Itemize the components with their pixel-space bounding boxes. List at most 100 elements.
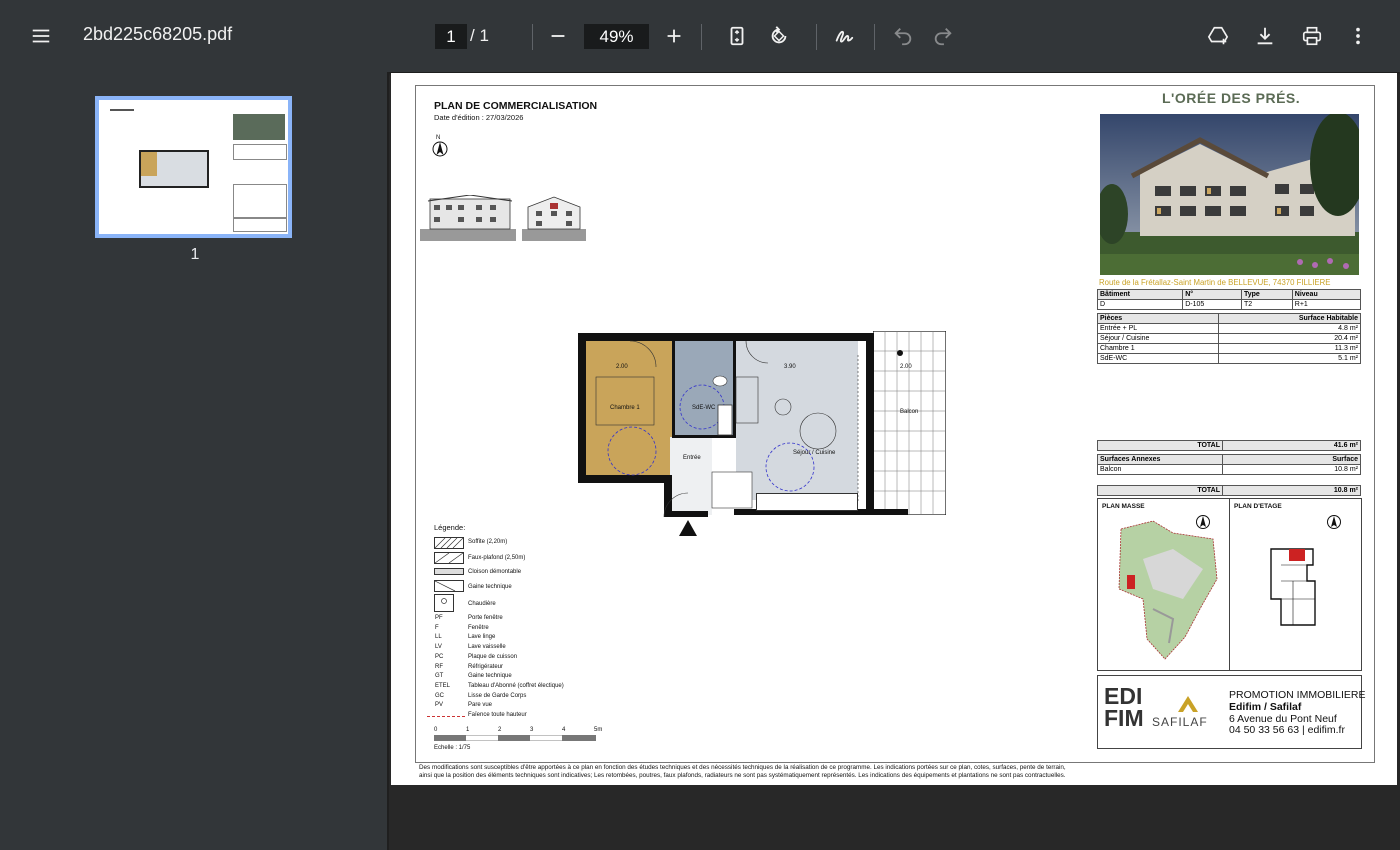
brand-logo-text: L'ORÉE DES PRÉS.: [1162, 90, 1301, 106]
plan-dimension: 3.90: [784, 364, 796, 370]
legend-swatch-gaine: [434, 580, 464, 592]
rotate-button[interactable]: [761, 18, 797, 54]
toolbar-separator: [532, 24, 533, 50]
print-button[interactable]: [1294, 18, 1330, 54]
building-render-image: [1100, 114, 1359, 275]
undo-button[interactable]: [885, 18, 921, 54]
legend-label: Réfrigérateur: [468, 663, 504, 670]
legend-swatch-soffite: [434, 537, 464, 549]
legend-label: Gaine technique: [468, 584, 512, 590]
annex-header: Surface: [1222, 454, 1361, 465]
edifim-logo-line2: FIM: [1104, 705, 1144, 731]
site-plans-divider: [1229, 498, 1230, 670]
zoom-in-button[interactable]: [656, 18, 692, 54]
edition-date: Date d'édition : 27/03/2026: [434, 113, 524, 122]
rooms-table: Pièces Surface Habitable Entrée + PL 4.8 m…: [1097, 313, 1362, 364]
promoter-contact: 04 50 33 56 63 | edifim.fr: [1229, 724, 1345, 736]
annex-table: Surfaces Annexes Surface Balcon 10.8 m²: [1097, 454, 1361, 475]
room-row: SdE-WC 5.1 m²: [1097, 353, 1362, 364]
download-icon: [1257, 27, 1273, 45]
plan-etage-map: [1270, 548, 1316, 626]
room-label-balcony: Balcon: [900, 409, 919, 415]
fit-page-button[interactable]: [719, 18, 755, 54]
draw-button[interactable]: [826, 18, 862, 54]
print-icon: [1302, 26, 1322, 46]
redo-icon: [934, 28, 952, 46]
legend-label: Cloison démontable: [468, 569, 522, 575]
safilaf-logo-icon: [1178, 696, 1198, 712]
room-label-living: Séjour / Cuisine: [793, 450, 836, 456]
menu-button[interactable]: [23, 18, 59, 54]
zoom-input[interactable]: [584, 24, 649, 49]
legend-label: Fenêtre: [468, 624, 489, 631]
room-name: Entrée + PL: [1097, 323, 1219, 334]
signature-icon: [835, 30, 854, 43]
save-to-drive-button[interactable]: [1200, 18, 1236, 54]
legend-faience-line: [427, 716, 465, 717]
thumb-masse: [233, 184, 287, 218]
menu-icon: [32, 29, 50, 43]
legend-label: Faux-plafond (2,50m): [468, 555, 526, 561]
floor-plan: Chambre 1 SdE-WC Entrée Séjour / Cuisine…: [578, 327, 946, 539]
minus-icon: [551, 35, 565, 37]
lot-value: R+1: [1291, 299, 1362, 310]
room-label-bedroom: Chambre 1: [610, 405, 640, 411]
thumb-table: [233, 144, 287, 160]
thumbnail-page-number: 1: [190, 246, 200, 263]
lot-info-table: Bâtiment N° Type Niveau D D-105 T2 R+1: [1096, 289, 1362, 310]
scale-tick: 5m: [594, 727, 603, 733]
more-vertical-icon: [1356, 27, 1360, 45]
plan-etage-title: PLAN D'ETAGE: [1234, 503, 1282, 510]
page-thumbnail-selected[interactable]: [95, 96, 292, 238]
rooms-header: Pièces: [1097, 313, 1219, 324]
legend-label: Lave linge: [468, 634, 496, 641]
annex-name: Balcon: [1097, 464, 1223, 475]
room-name: Chambre 1: [1097, 343, 1219, 354]
legend-code: PV: [435, 702, 444, 709]
download-button[interactable]: [1247, 18, 1283, 54]
safilaf-logo-text: SAFILAF: [1152, 715, 1208, 729]
legend-label: Plaque de cuisson: [468, 653, 518, 660]
pdf-toolbar: 2bd225c68205.pdf / 1: [0, 0, 1400, 72]
lot-value: D-105: [1182, 299, 1242, 310]
legend-label: Chaudière: [468, 601, 496, 607]
room-label-entry: Entrée: [683, 455, 701, 461]
total-annex: 10.8 m²: [1222, 485, 1361, 496]
legend-code: ETEL: [435, 682, 451, 689]
total-habitable-table: TOTAL 41.6 m²: [1097, 440, 1361, 451]
project-address: Route de la Frétallaz-Saint Martin de BE…: [1099, 278, 1331, 287]
legend-swatch-cloison: [434, 568, 464, 575]
page-number-input[interactable]: [435, 24, 467, 49]
rooms-header: Surface Habitable: [1217, 313, 1362, 324]
sidebar-divider[interactable]: [387, 72, 389, 850]
lot-header: N°: [1182, 289, 1242, 300]
legend-code: GC: [435, 692, 444, 699]
rotate-icon: [771, 26, 787, 44]
zoom-out-button[interactable]: [540, 18, 576, 54]
legend-code: LL: [435, 634, 442, 641]
legend-title: Légende:: [434, 523, 466, 532]
legend-label: Faïence toute hauteur: [468, 712, 527, 718]
redo-button[interactable]: [925, 18, 961, 54]
disclaimer-line-1: Des modifications sont susceptibles d'êt…: [419, 764, 1066, 771]
legend-code: LV: [435, 644, 442, 651]
legend-label: Lisse de Garde Corps: [468, 692, 527, 699]
more-actions-button[interactable]: [1340, 18, 1376, 54]
legend-label: Pare vue: [468, 702, 493, 709]
document-title: 2bd225c68205.pdf: [83, 24, 233, 44]
scale-tick: 1: [466, 727, 470, 733]
scale-tick: 3: [530, 727, 534, 733]
lot-header: Bâtiment: [1096, 289, 1184, 300]
promoter-title: PROMOTION IMMOBILIERE: [1229, 689, 1366, 701]
room-area: 5.1 m²: [1217, 353, 1362, 364]
pdf-page: PLAN DE COMMERCIALISATION Date d'édition…: [391, 73, 1397, 785]
room-name: Séjour / Cuisine: [1097, 333, 1219, 344]
scale-label: Echelle : 1/75: [434, 745, 471, 751]
lot-value: T2: [1240, 299, 1293, 310]
legend-swatch-chaudiere: [434, 594, 454, 612]
room-area: 11.3 m²: [1217, 343, 1362, 354]
plan-masse-map: [1118, 520, 1218, 660]
page-thumbnail: [99, 100, 288, 234]
scale-bar: [434, 735, 596, 741]
legend-code: GT: [435, 673, 444, 680]
